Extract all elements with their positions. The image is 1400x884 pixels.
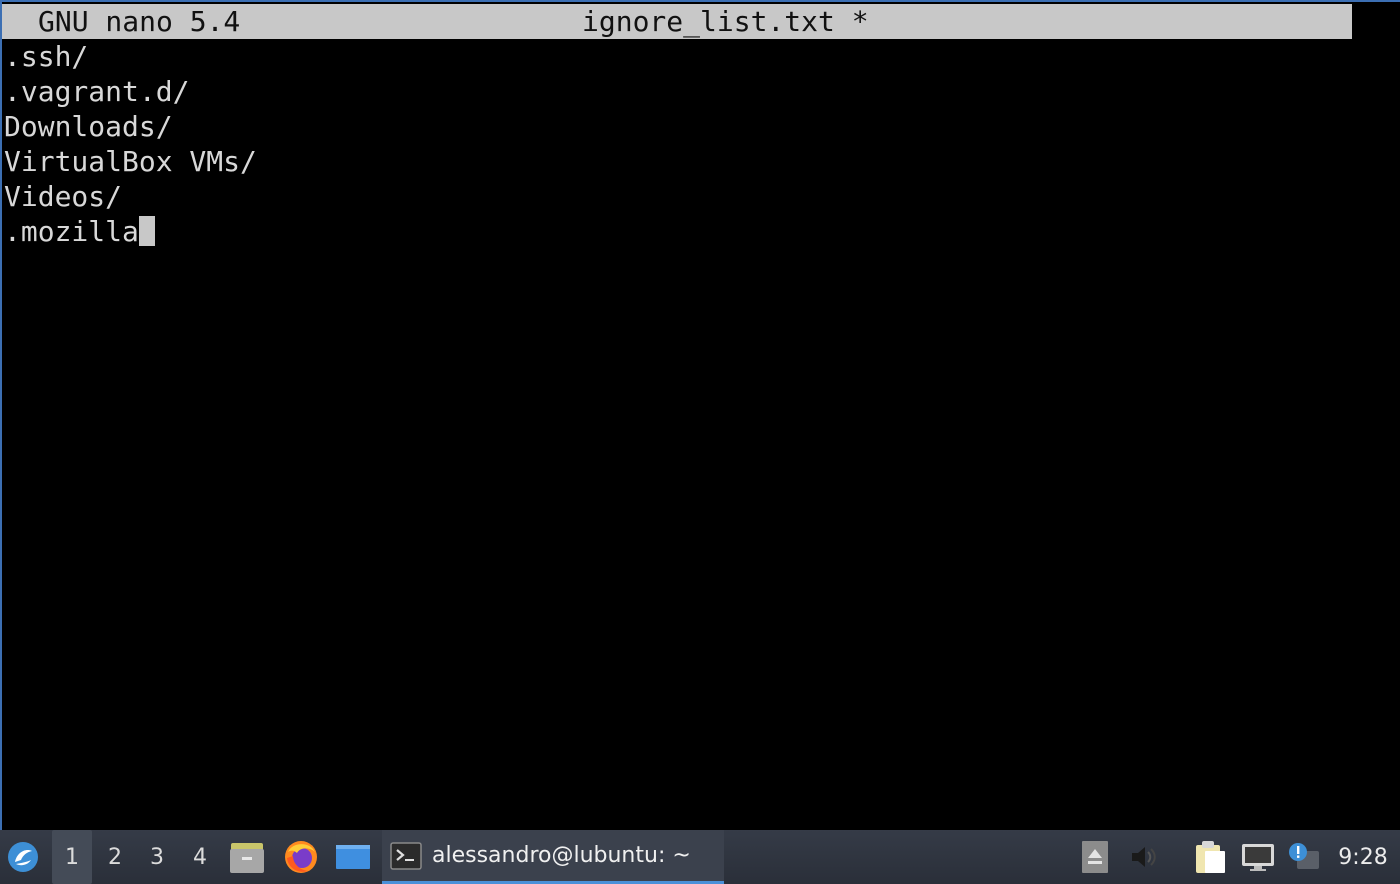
text-cursor: [138, 216, 155, 246]
editor-line-text: .mozilla: [4, 215, 139, 248]
nano-filename: ignore_list.txt *: [582, 5, 869, 38]
editor-line-text: Videos/: [4, 180, 123, 213]
editor-line[interactable]: .ssh/: [4, 39, 1400, 74]
volume-icon: [1132, 847, 1156, 867]
nano-title-bar: GNU nano 5.4 ignore_list.txt *: [2, 4, 1352, 39]
clipboard-icon: [1196, 841, 1225, 873]
volume-button[interactable]: [1124, 830, 1164, 884]
task-terminal-button[interactable]: alessandro@lubuntu: ~: [382, 830, 724, 884]
file-manager-launcher[interactable]: [222, 830, 272, 884]
notification-icon: [1289, 843, 1319, 869]
desktop-label: 2: [108, 844, 122, 870]
network-button[interactable]: [1238, 830, 1278, 884]
editor-line[interactable]: Downloads/: [4, 109, 1400, 144]
notifications-button[interactable]: [1283, 830, 1323, 884]
terminal-icon: [390, 841, 422, 870]
desktop-label: 3: [150, 844, 164, 870]
editor-line-text: Downloads/: [4, 110, 173, 143]
taskbar: 1 2 3 4 alessandro@lubuntu: ~ 9:28: [0, 830, 1400, 884]
desktop-icon: [336, 845, 370, 869]
desktop-label: 1: [65, 844, 79, 870]
network-icon: [1242, 844, 1274, 871]
firefox-icon: [285, 841, 317, 873]
file-manager-icon: [230, 843, 264, 873]
screen: GNU nano 5.4 ignore_list.txt * .ssh/ .va…: [0, 0, 1400, 884]
eject-icon: [1082, 841, 1108, 873]
show-desktop-button[interactable]: [328, 830, 378, 884]
desktop-4-button[interactable]: 4: [180, 830, 220, 884]
desktop-3-button[interactable]: 3: [137, 830, 177, 884]
nano-version: GNU nano 5.4: [38, 5, 241, 38]
editor-line[interactable]: .mozilla: [4, 214, 1400, 249]
desktop-label: 4: [193, 844, 207, 870]
editor-line-text: .ssh/: [4, 40, 89, 73]
editor-line[interactable]: Videos/: [4, 179, 1400, 214]
clipboard-button[interactable]: [1190, 830, 1230, 884]
clock[interactable]: 9:28: [1330, 830, 1396, 884]
terminal-window[interactable]: GNU nano 5.4 ignore_list.txt * .ssh/ .va…: [0, 0, 1400, 830]
start-menu-button[interactable]: [2, 830, 44, 884]
editor-buffer[interactable]: .ssh/ .vagrant.d/ Downloads/ VirtualBox …: [4, 39, 1400, 249]
editor-line-text: VirtualBox VMs/: [4, 145, 257, 178]
lubuntu-logo-icon: [8, 842, 38, 872]
editor-line[interactable]: VirtualBox VMs/: [4, 144, 1400, 179]
task-label: alessandro@lubuntu: ~: [432, 843, 691, 868]
desktop-2-button[interactable]: 2: [95, 830, 135, 884]
clock-time: 9:28: [1338, 844, 1388, 870]
firefox-launcher[interactable]: [276, 830, 326, 884]
eject-button[interactable]: [1075, 830, 1115, 884]
desktop-1-button[interactable]: 1: [52, 830, 92, 884]
editor-line-text: .vagrant.d/: [4, 75, 190, 108]
editor-line[interactable]: .vagrant.d/: [4, 74, 1400, 109]
